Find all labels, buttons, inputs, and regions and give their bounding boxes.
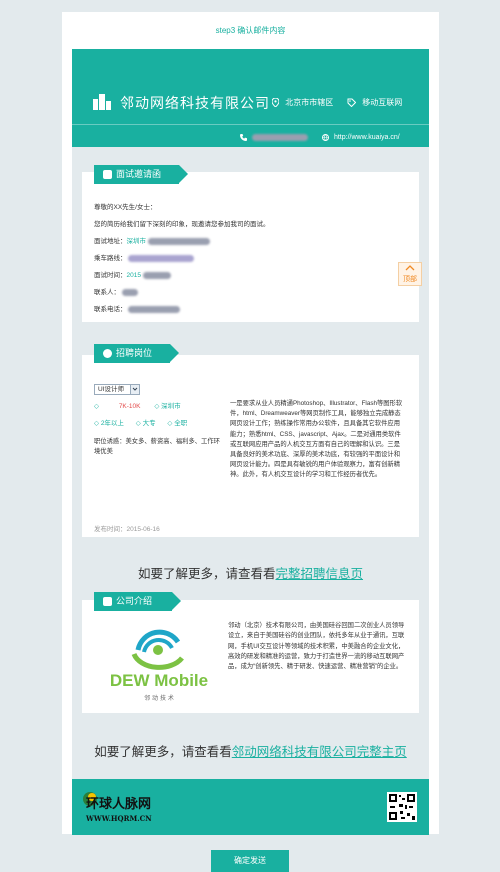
company-name: 邻动网络科技有限公司	[120, 95, 270, 111]
contact-phone-redacted	[128, 305, 181, 313]
job-card: 招聘岗位 UI设计师 ◇ 7K-10K ◇ 深圳市 ◇ 2年以上 ◇ 大专 ◇ …	[82, 344, 419, 537]
brand-url: WWW.HQRM.CN	[86, 814, 152, 823]
full-jobs-link[interactable]: 完整招聘信息页	[276, 567, 364, 581]
industry-text: 移动互联网	[362, 98, 403, 107]
time-redacted	[142, 271, 171, 279]
header-divider	[72, 124, 429, 125]
phone-redacted	[251, 134, 308, 141]
back-to-top-button[interactable]: 顶部	[398, 262, 422, 286]
experience-tag-icon: ◇	[94, 420, 99, 427]
content-area: 面试邀请函 尊敬的XX先生/女士： 您的简历给我们留下深刻的印象，现邀请您参加我…	[72, 147, 429, 779]
envelope-icon	[103, 170, 112, 179]
qr-code	[387, 792, 417, 822]
email-preview: step3 确认邮件内容 邻动网络科技有限公司 北京市市辖区 移动互联网 htt…	[62, 12, 439, 835]
company-tab: 公司介绍	[94, 592, 181, 611]
interview-tab: 面试邀请函	[94, 165, 188, 184]
publish-date: 发布时间：2015-06-16	[94, 526, 160, 533]
chevron-up-icon	[405, 265, 415, 271]
company-tab-label: 公司介绍	[116, 596, 153, 606]
type-tag-icon: ◇	[167, 420, 173, 427]
requirements-row: ◇ 2年以上 ◇ 大专 ◇ 全职	[94, 417, 187, 427]
company-intro: 邻动（北京）技术有限公司，由美国硅谷回国二次创业人员领导设立，来自于美国硅谷的创…	[228, 622, 405, 671]
company-website[interactable]: http://www.kuaiya.cn/	[322, 134, 400, 141]
confirm-send-button[interactable]: 确定发送	[211, 850, 289, 872]
education: 大专	[142, 420, 156, 427]
industry-tag: 移动互联网	[347, 97, 402, 108]
contact-row: 联系人：	[94, 286, 138, 296]
company-header: 邻动网络科技有限公司 北京市市辖区 移动互联网 http://www.kuaiy…	[72, 49, 429, 147]
address-redacted	[147, 237, 210, 245]
job-benefits: 职位诱惑：美女多、薪资高、福利多、工作环境优美	[94, 438, 220, 456]
more-jobs-line: 如要了解更多，请查看看完整招聘信息页	[137, 567, 364, 581]
logo-text: DEW Mobile	[110, 671, 208, 690]
greeting: 尊敬的XX先生/女士：	[94, 204, 157, 211]
city: 深圳市	[161, 403, 181, 410]
contact-redacted	[121, 288, 138, 296]
salary-tag-icon: ◇	[94, 403, 99, 410]
chevron-down-icon[interactable]	[130, 385, 139, 394]
interview-card: 面试邀请函 尊敬的XX先生/女士： 您的简历给我们留下深刻的印象，现邀请您参加我…	[82, 165, 419, 322]
salary-row: ◇ 7K-10K ◇ 深圳市	[94, 400, 181, 410]
address-row: 面试地址：深圳市	[94, 235, 210, 245]
phone-icon	[240, 134, 247, 141]
intro: 您的简历给我们留下深刻的印象，现邀请您参加我司的面试。	[94, 221, 270, 228]
time-row: 面试时间：2015	[94, 269, 171, 279]
experience: 2年以上	[100, 420, 124, 427]
job-tab: 招聘岗位	[94, 344, 179, 363]
salary: 7K-10K	[118, 403, 141, 410]
company-logo: DEW Mobile 邻 动 技 术	[110, 629, 208, 702]
education-tag-icon: ◇	[135, 420, 141, 427]
job-description: 一是要求从业人员精通Photoshop、Illustrator、Flash等图形…	[230, 400, 403, 479]
building-icon	[93, 94, 111, 110]
route-row: 乘车路线：	[94, 252, 195, 262]
city-tag-icon: ◇	[154, 403, 160, 410]
company-card: 公司介绍 DEW Mobile 邻 动 技 术 邻动（北京）技术有限公司，由美国…	[82, 592, 419, 713]
phone-row: 联系电话：	[94, 303, 181, 313]
step-title: step3 确认邮件内容	[215, 26, 286, 35]
job-type: 全职	[174, 420, 188, 427]
building-small-icon	[103, 597, 112, 606]
company-homepage-link[interactable]: 邻动网络科技有限公司完整主页	[232, 745, 407, 759]
job-tab-label: 招聘岗位	[116, 348, 153, 358]
person-icon	[103, 349, 112, 358]
globe-icon	[322, 134, 329, 141]
position-select[interactable]: UI设计师	[94, 384, 140, 395]
company-location: 北京市市辖区	[272, 97, 333, 108]
website-text[interactable]: http://www.kuaiya.cn/	[334, 134, 400, 141]
location-pin-icon	[272, 98, 279, 108]
route-redacted	[128, 254, 195, 262]
more-company-line: 如要了解更多，请查看看邻动网络科技有限公司完整主页	[94, 745, 407, 759]
company-phone	[240, 134, 308, 141]
location-text: 北京市市辖区	[285, 98, 334, 107]
email-footer: 环球人脉网 WWW.HQRM.CN	[72, 779, 429, 835]
tag-icon	[347, 98, 356, 108]
brand-name: 环球人脉网	[86, 797, 152, 812]
logo-sub: 邻 动 技 术	[144, 694, 174, 702]
interview-tab-label: 面试邀请函	[116, 169, 162, 179]
